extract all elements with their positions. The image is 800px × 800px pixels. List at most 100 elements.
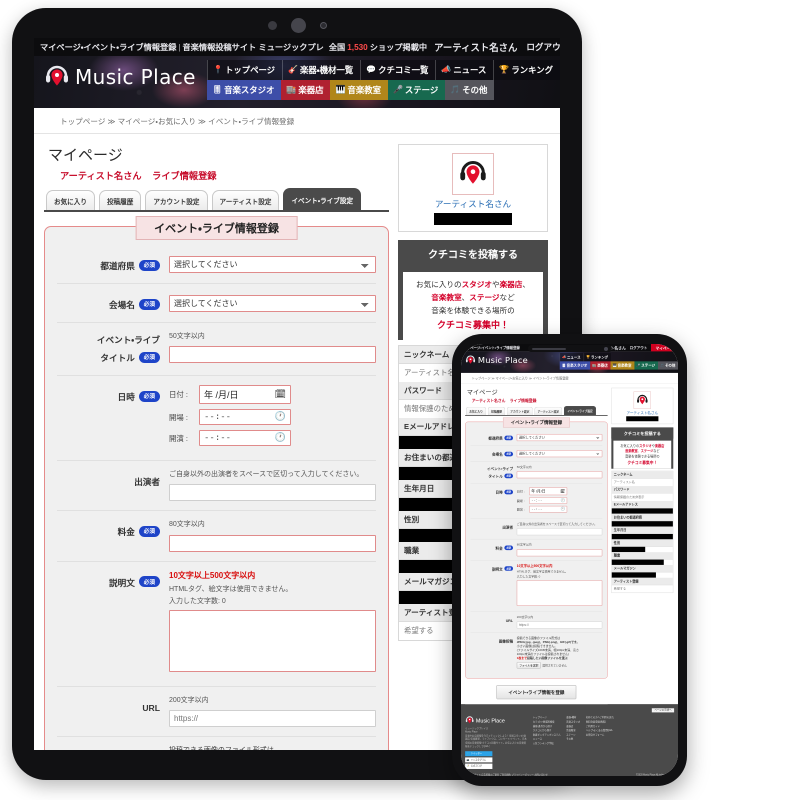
clock-icon[interactable]: 🕐 bbox=[275, 412, 286, 422]
blog-link[interactable]: 📝 公式ブログ bbox=[465, 763, 493, 769]
nav-item-instruments[interactable]: 🎸 楽器・機材一覧 bbox=[282, 60, 361, 80]
tab-favorites[interactable]: お気に入り bbox=[465, 406, 487, 416]
site-logo[interactable]: Music Place bbox=[44, 64, 196, 90]
date-input[interactable]: 年 /月/日 🗓 bbox=[529, 487, 568, 496]
prefecture-select[interactable]: 選択してください bbox=[516, 434, 603, 442]
mobile-utility-title: マイページ・イベント・ライブ情報登録 bbox=[463, 346, 520, 350]
performers-input[interactable] bbox=[169, 484, 376, 502]
event-title-input[interactable] bbox=[516, 471, 603, 479]
field-label: 都道府県 bbox=[100, 261, 135, 271]
tab-artist-settings[interactable]: アーティスト設定 bbox=[534, 406, 563, 416]
footer-link[interactable]: その他 bbox=[566, 737, 580, 741]
choose-file-button[interactable]: ファイルを選択 bbox=[516, 661, 541, 669]
nav-item-shop[interactable]: 🏬 楽器店 bbox=[590, 361, 611, 370]
profile-block: アーティスト名さん bbox=[612, 388, 673, 424]
event-title-input[interactable] bbox=[169, 346, 376, 364]
page-top-link[interactable]: ページの先頭へ bbox=[651, 708, 675, 713]
tab-artist-settings[interactable]: アーティスト設定 bbox=[211, 190, 280, 210]
tab-event-live-settings[interactable]: イベント・ライブ設定 bbox=[564, 405, 597, 416]
description-textarea[interactable] bbox=[516, 580, 603, 606]
clock-icon[interactable]: 🕐 bbox=[560, 507, 565, 511]
avatar bbox=[633, 391, 651, 409]
review-card-heading: クチコミを投稿する bbox=[611, 427, 674, 439]
date-label: 日付 : bbox=[516, 489, 525, 494]
calendar-icon[interactable]: 🗓 bbox=[275, 389, 286, 400]
nav-item-news[interactable]: 📣 ニュース bbox=[435, 60, 494, 80]
instagram-link[interactable]: 📷 インスタグラム bbox=[465, 757, 493, 763]
venue-select[interactable]: 選択してください bbox=[516, 450, 603, 458]
nav-item-stage[interactable]: 🎤 ステージ bbox=[387, 80, 446, 100]
upload-limit: 1枚まで bbox=[516, 657, 528, 660]
footer-link[interactable]: お問合せフォーム bbox=[586, 733, 614, 737]
prefecture-select[interactable]: 選択してください bbox=[169, 256, 376, 273]
nav-item-school[interactable]: 🎹 音楽教室 bbox=[610, 361, 635, 370]
submit-event-button[interactable]: イベント・ライブ情報を登録 bbox=[496, 685, 577, 700]
footer-link[interactable]: お問い合わせ bbox=[534, 774, 547, 776]
sidebar-review-card[interactable]: クチコミを投稿する お気に入りのスタジオや楽器店、 音楽教室、ステージなど 音楽… bbox=[398, 240, 548, 341]
open-time-input[interactable]: --:-- 🕐 bbox=[199, 409, 291, 425]
logout-link[interactable]: ログアウト bbox=[526, 41, 560, 53]
field-label-wrap: 画像投稿 bbox=[57, 746, 169, 750]
footer-link[interactable]: 広告掲載のご案内 bbox=[481, 774, 499, 776]
field-label-wrap: 出演者 bbox=[57, 470, 169, 501]
nav-item-other[interactable]: 🎵 その他 bbox=[445, 80, 495, 100]
field-control: ご自身以外の出演者をスペースで区切って入力してください。 bbox=[516, 522, 603, 536]
price-input[interactable] bbox=[516, 549, 603, 557]
performers-input[interactable] bbox=[516, 528, 603, 536]
nav-item-news[interactable]: 📣 ニュース bbox=[559, 353, 584, 362]
nav-item-school[interactable]: 🎹 音楽教室 bbox=[330, 80, 388, 100]
price-input[interactable] bbox=[169, 534, 376, 552]
mobile-logout-link[interactable]: ログアウト bbox=[630, 345, 648, 350]
calendar-icon[interactable]: 🗓 bbox=[560, 489, 565, 494]
start-time-input[interactable]: --:-- 🕐 bbox=[199, 430, 291, 446]
mobile-site-logo[interactable]: Music Place bbox=[465, 355, 528, 366]
open-time-input[interactable]: --:-- 🕐 bbox=[529, 497, 568, 504]
file-input-row: ファイルを選択 選択されていません bbox=[516, 661, 602, 669]
tab-favorites[interactable]: お気に入り bbox=[46, 190, 95, 210]
phone-device-frame: マイページ・イベント・ライブ情報登録 アーティスト名さん ログアウト マイページ bbox=[452, 334, 687, 786]
mobile-mypage-button[interactable]: マイページ bbox=[651, 344, 678, 352]
url-input[interactable] bbox=[516, 621, 603, 629]
footer-logo[interactable]: Music Place bbox=[465, 716, 527, 725]
description-textarea[interactable] bbox=[169, 609, 376, 672]
nav-item-studio[interactable]: 🎚 音楽スタジオ bbox=[206, 80, 282, 100]
open-time-value: --:-- bbox=[531, 498, 543, 503]
nav-item-reviews[interactable]: 💬 クチコミ一覧 bbox=[360, 60, 436, 80]
field-label: 日時 bbox=[495, 490, 503, 495]
footer-link[interactable]: 運営会社ガイド bbox=[465, 774, 481, 776]
start-time-input[interactable]: --:-- 🕐 bbox=[529, 505, 568, 513]
nav-item-ranking[interactable]: 🏆 ランキング bbox=[493, 60, 560, 80]
nav-item-stage[interactable]: 🎤 ステージ bbox=[634, 361, 658, 370]
mobile-site-view: マイページ・イベント・ライブ情報登録 アーティスト名さん ログアウト マイページ bbox=[461, 344, 678, 776]
sidebar-review-card[interactable]: クチコミを投稿する お気に入りのスタジオや楽器店 音楽教室、ステージなど 音楽を… bbox=[611, 427, 674, 469]
review-highlight: ステージ bbox=[469, 292, 500, 302]
nav-item-studio[interactable]: 🎚 音楽スタジオ bbox=[559, 361, 591, 370]
field-label-wrap: 会場名 必須 bbox=[57, 293, 169, 313]
breadcrumb[interactable]: トップページ ≫ マイページ・お気に入り ≫ イベント・ライブ情報登録 bbox=[472, 376, 678, 381]
nav-item-top[interactable]: 📍 トップページ bbox=[206, 60, 283, 80]
open-time-label: 開場 : bbox=[169, 412, 188, 422]
url-input[interactable] bbox=[169, 709, 376, 727]
breadcrumb[interactable]: トップページ ≫ マイページ・お気に入り ≫ イベント・ライブ情報登録 bbox=[60, 116, 560, 127]
field-hint: 50文字以内 bbox=[169, 333, 205, 340]
date-input[interactable]: 年 /月/日 🗓 bbox=[199, 385, 291, 404]
nav-item-other[interactable]: 🎵 その他 bbox=[657, 361, 678, 370]
footer-link[interactable]: ご利用規約 bbox=[500, 774, 511, 776]
profile-name-link[interactable]: アーティスト名さん bbox=[614, 410, 670, 415]
twitter-link[interactable]: 🐦 ツイッター bbox=[465, 751, 493, 757]
tab-account-settings[interactable]: アカウント設定 bbox=[145, 190, 208, 210]
clock-icon[interactable]: 🕐 bbox=[275, 433, 286, 443]
profile-row-label: 性別 bbox=[611, 539, 673, 547]
tab-post-history[interactable]: 投稿履歴 bbox=[98, 190, 142, 210]
page-top-link-row: ページの先頭へ bbox=[465, 708, 675, 713]
tab-event-live-settings[interactable]: イベント・ライブ設定 bbox=[283, 188, 362, 210]
profile-name-link[interactable]: アーティスト名さん bbox=[405, 198, 541, 210]
venue-select[interactable]: 選択してください bbox=[169, 295, 376, 312]
footer-link[interactable]: 人気ランキング学校 bbox=[533, 741, 561, 745]
clock-icon[interactable]: 🕐 bbox=[560, 498, 565, 502]
tab-account-settings[interactable]: アカウント設定 bbox=[506, 406, 533, 416]
tab-post-history[interactable]: 投稿履歴 bbox=[487, 406, 506, 416]
nav-item-shop[interactable]: 🏬 楽器店 bbox=[281, 80, 331, 100]
nav-item-ranking[interactable]: 🏆 ランキング bbox=[583, 353, 612, 362]
footer-link[interactable]: プライバシーポリシー bbox=[512, 774, 534, 776]
